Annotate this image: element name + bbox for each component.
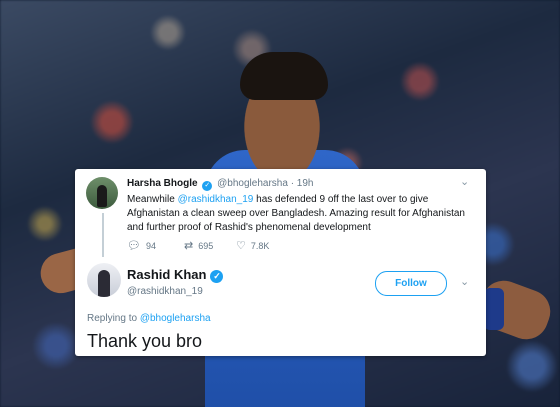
mention-link[interactable]: @rashidkhan_19 [178, 194, 254, 205]
verified-badge-icon: ✓ [202, 181, 213, 191]
reply-icon: 💬︎ [127, 240, 141, 252]
tweet1-text-part: Meanwhile [127, 194, 178, 205]
heart-icon: ♡ [236, 240, 246, 252]
reply-count: 94 [145, 241, 156, 251]
tweet2-author-handle[interactable]: @rashidkhan_19 [127, 286, 203, 297]
verified-badge-icon: ✓ [210, 270, 224, 283]
tweet2-author-name-row: Rashid Khan ✓ [127, 267, 225, 283]
avatar-harsha-bhogle[interactable] [86, 177, 118, 209]
replying-to-mention[interactable]: @bhogleharsha [140, 313, 211, 324]
chevron-down-icon[interactable]: ⌄ [460, 275, 469, 288]
tweet1-header: Harsha Bhogle ✓ @bhogleharsha · 19h [127, 178, 313, 191]
tweet1-author-name[interactable]: Harsha Bhogle [127, 178, 198, 189]
tweet-thread-card: Harsha Bhogle ✓ @bhogleharsha · 19h ⌄ Me… [75, 169, 486, 356]
player-wristband [484, 288, 504, 330]
avatar-rashid-khan[interactable] [87, 263, 121, 297]
retweet-icon: ⇄ [184, 240, 194, 252]
retweet-count: 695 [198, 241, 214, 251]
replying-to-line: Replying to @bhogleharsha [87, 313, 211, 324]
reply-button[interactable]: 💬︎ 94 [127, 239, 156, 252]
thread-connector-line [102, 213, 104, 257]
like-button[interactable]: ♡ 7.8K [236, 239, 269, 252]
retweet-button[interactable]: ⇄ 695 [184, 239, 213, 252]
like-count: 7.8K [250, 241, 270, 251]
tweet1-author-handle[interactable]: @bhogleharsha [217, 178, 288, 189]
tweet1-timestamp[interactable]: · 19h [291, 178, 314, 189]
follow-button[interactable]: Follow [375, 271, 447, 296]
tweet2-author-name[interactable]: Rashid Khan [127, 267, 206, 282]
player-hair [240, 52, 328, 100]
tweet1-text: Meanwhile @rashidkhan_19 has defended 9 … [127, 193, 477, 235]
chevron-down-icon[interactable]: ⌄ [460, 175, 469, 188]
replying-to-prefix: Replying to [87, 313, 140, 324]
tweet2-text: Thank you bro [87, 331, 203, 351]
